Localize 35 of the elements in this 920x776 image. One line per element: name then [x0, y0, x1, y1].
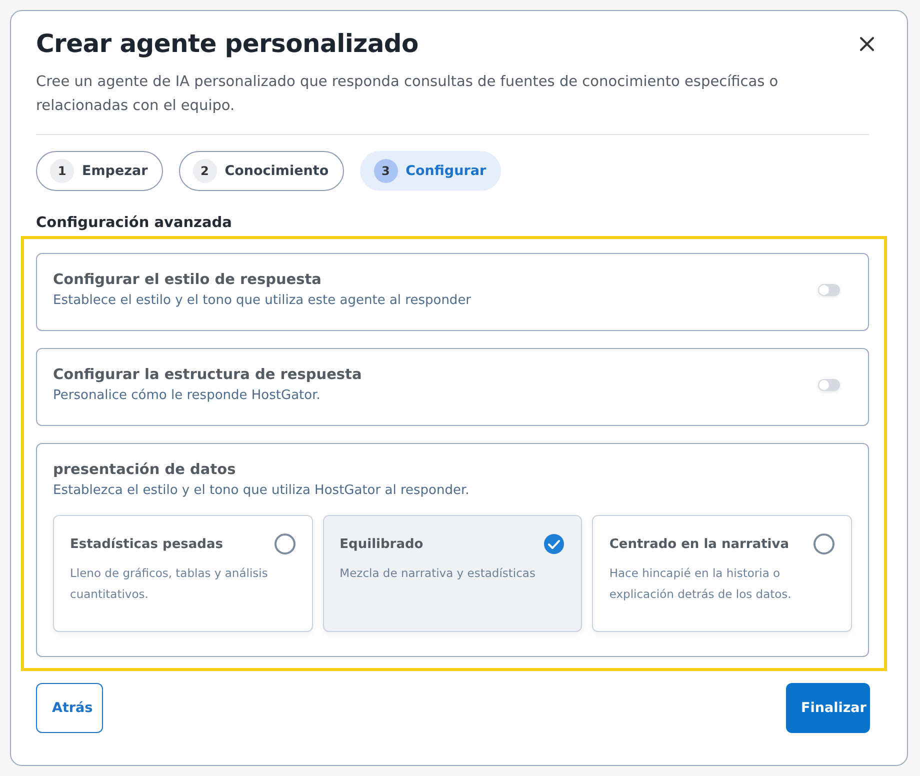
- back-button[interactable]: Atrás: [36, 683, 103, 733]
- step-number: 3: [374, 159, 398, 183]
- option-title: Centrado en la narrativa: [609, 536, 790, 552]
- step-tab[interactable]: 3 Configurar: [360, 151, 502, 191]
- setting-title: Configurar el estilo de respuesta: [53, 272, 322, 288]
- setting-description: Establece el estilo y el tono que utiliza este agente al responder: [53, 293, 472, 308]
- setting-title: presentación de datos: [53, 462, 237, 478]
- option-card[interactable]: Estadísticas pesadas Lleno de gráficos, tablas y análisis cuantitativos.: [53, 515, 313, 632]
- setting-title: Configurar la estructura de respuesta: [53, 367, 362, 383]
- radio-button[interactable]: [813, 533, 836, 555]
- step-tab[interactable]: 1 Empezar: [36, 151, 163, 191]
- option-card[interactable]: Equilibrado Mezcla de narrativa y estadísticas: [322, 515, 582, 632]
- option-title: Estadísticas pesadas: [70, 536, 223, 552]
- check-circle-icon: [543, 533, 566, 555]
- dialog-title: Crear agente personalizado: [36, 29, 418, 58]
- option-description: Lleno de gráficos, tablas y análisis cuantitativos.: [70, 565, 269, 603]
- step-label: Configurar: [406, 163, 486, 179]
- setting-description: Establezca el estilo y el tono que utiliza HostGator al responder.: [53, 483, 470, 498]
- step-label: Empezar: [82, 163, 148, 179]
- step-label: Conocimiento: [224, 163, 329, 179]
- section-heading: Configuración avanzada: [36, 215, 233, 231]
- setting-description: Personalice cómo le responde HostGator.: [53, 388, 322, 403]
- step-number: 1: [50, 159, 74, 183]
- option-description: Hace hincapié en la historia o explicación detrás de los datos.: [609, 565, 792, 603]
- step-number: 2: [192, 159, 217, 183]
- finish-button[interactable]: Finalizar: [786, 683, 870, 733]
- close-icon: [859, 36, 875, 52]
- dialog-description: Cree un agente de IA personalizado que responda consultas de fuentes de conocimiento específicas o relacionadas con el equipo.: [36, 73, 780, 116]
- toggle-switch[interactable]: [818, 284, 840, 296]
- option-title: Equilibrado: [340, 536, 424, 552]
- radio-button[interactable]: [274, 533, 296, 555]
- option-description: Mezcla de narrativa y estadísticas: [340, 565, 536, 582]
- step-tab[interactable]: 2 Conocimiento: [178, 151, 344, 191]
- option-card[interactable]: Centrado en la narrativa Hace hincapié en la historia o explicación detrás de los datos.: [592, 515, 852, 632]
- toggle-switch[interactable]: [818, 379, 840, 391]
